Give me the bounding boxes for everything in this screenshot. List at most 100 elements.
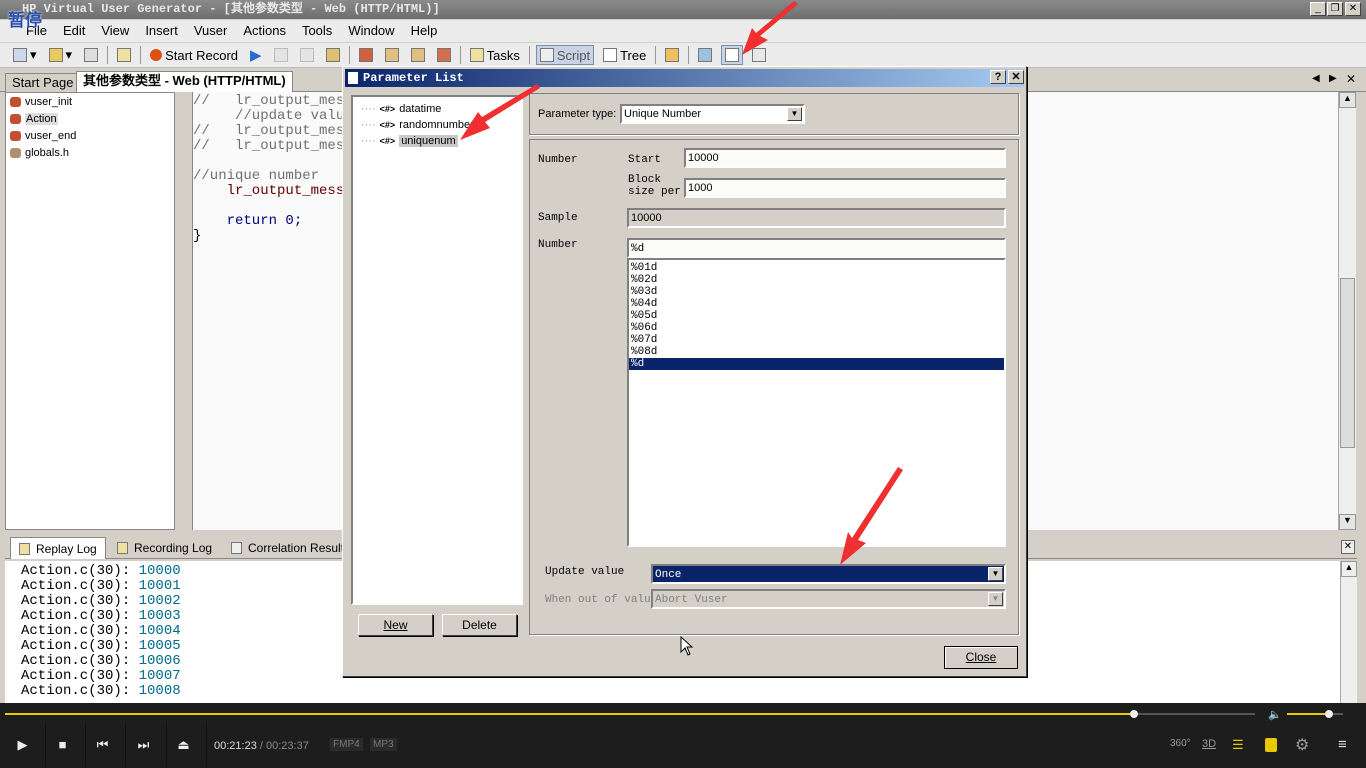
menu-vuser[interactable]: Vuser [186, 20, 235, 42]
log-icon [117, 542, 128, 554]
tasks-button[interactable]: Tasks [467, 45, 523, 65]
number-format-list[interactable]: %01d %02d %03d %04d %05d %06d %07d %08d %d [627, 258, 1006, 547]
format-option[interactable]: %05d [629, 310, 1004, 322]
log-source: Action.c(30): [21, 608, 139, 624]
format-option[interactable]: %02d [629, 274, 1004, 286]
tree-view-button[interactable]: Tree [600, 45, 649, 65]
tab-script[interactable]: 其他参数类型 - Web (HTTP/HTML) [76, 71, 293, 92]
tab-recording-log[interactable]: Recording Log [109, 537, 220, 559]
close-output-icon[interactable]: ✕ [1341, 540, 1355, 554]
log-source: Action.c(30): [21, 563, 139, 579]
tab-next-icon[interactable]: ▶ [1329, 73, 1337, 84]
log-icon [19, 542, 30, 555]
tab-prev-icon[interactable]: ◀ [1312, 73, 1320, 84]
start-input[interactable]: 10000 [684, 148, 1006, 168]
tree-item-vuser-init[interactable]: vuser_init [6, 93, 174, 110]
format-option[interactable]: %03d [629, 286, 1004, 298]
log-value: 10008 [138, 683, 181, 699]
tab-correlation-results[interactable]: Correlation Results [223, 537, 358, 559]
splitter[interactable] [176, 92, 192, 530]
tree-item-globals[interactable]: globals.h [6, 144, 174, 161]
3d-button[interactable]: 3D [1202, 738, 1216, 750]
menu-actions[interactable]: Actions [235, 20, 294, 42]
vr360-button[interactable]: 360° [1170, 738, 1191, 749]
close-window-button[interactable]: ✕ [1345, 2, 1361, 16]
tree-item-action[interactable]: Action [6, 110, 174, 127]
menu-view[interactable]: View [93, 20, 137, 42]
menu-insert[interactable]: Insert [137, 20, 186, 42]
minimize-button[interactable]: _ [1310, 2, 1326, 16]
pause-button[interactable] [297, 45, 317, 65]
log-line: Action.c(30): 10008 [21, 684, 1340, 699]
runtime-settings-button[interactable] [695, 45, 715, 65]
output-window-button[interactable] [662, 45, 682, 65]
start-record-button[interactable]: Start Record [147, 45, 241, 65]
format-option[interactable]: %d [629, 358, 1004, 370]
seek-bar[interactable] [5, 710, 1255, 718]
snapshot-button[interactable] [749, 45, 769, 65]
save-icon [84, 48, 99, 62]
menu-help[interactable]: Help [403, 20, 446, 42]
restore-button[interactable]: ❐ [1327, 2, 1343, 16]
format-option[interactable]: %04d [629, 298, 1004, 310]
action-icon [10, 130, 21, 141]
subtitle-icon[interactable] [1265, 738, 1277, 752]
gear-icon[interactable]: ⚙ [1295, 735, 1309, 755]
close-dialog-button[interactable]: ✕ [1008, 70, 1024, 84]
breakpoint-button[interactable] [356, 45, 376, 65]
menu-tools[interactable]: Tools [294, 20, 340, 42]
tree-item-vuser-end[interactable]: vuser_end [6, 127, 174, 144]
format-option[interactable]: %06d [629, 322, 1004, 334]
parameter-item[interactable]: ···· <#> uniquenum [353, 133, 521, 149]
transaction-button[interactable] [382, 45, 402, 65]
menu-edit[interactable]: Edit [55, 20, 93, 42]
number-format-input[interactable]: %d [627, 238, 1006, 258]
menu-window[interactable]: Window [340, 20, 402, 42]
settings-icon [698, 48, 713, 62]
close-button[interactable]: Close [944, 646, 1018, 669]
previous-button[interactable]: ⏮ [80, 722, 126, 767]
format-fmp4-button[interactable]: FMP4 [330, 738, 363, 751]
format-mp3-button[interactable]: MP3 [370, 738, 397, 751]
format-option[interactable]: %01d [629, 262, 1004, 274]
help-button[interactable]: ? [990, 70, 1006, 84]
block-size-input[interactable]: 1000 [684, 178, 1006, 198]
close-tab-icon[interactable]: ✕ [1346, 72, 1356, 86]
volume-slider[interactable] [1287, 710, 1343, 718]
eject-button[interactable]: ⏏ [161, 722, 207, 767]
action-icon [10, 113, 21, 124]
tab-replay-log[interactable]: Replay Log [10, 537, 106, 559]
log-source: Action.c(30): [21, 683, 139, 699]
format-option[interactable]: %07d [629, 334, 1004, 346]
parameter-list-button[interactable] [721, 45, 744, 65]
save-button[interactable] [81, 45, 101, 65]
editor-scrollbar[interactable]: ▲ ▼ [1338, 92, 1356, 530]
run-button[interactable]: ▶ [247, 45, 265, 65]
volume-icon[interactable]: 🔈 [1268, 708, 1282, 721]
new-script-button[interactable]: ▾ [10, 45, 40, 65]
new-parameter-button[interactable]: New [358, 614, 433, 636]
script-view-button[interactable]: Script [535, 45, 595, 65]
parameter-type-select[interactable]: Unique Number ▼ [620, 104, 805, 124]
search-list-icon[interactable]: ☰ [1232, 737, 1244, 753]
step-button[interactable] [323, 45, 343, 65]
parameter-item[interactable]: ···· <#> randomnumber [353, 117, 521, 133]
scroll-thumb[interactable] [1340, 278, 1355, 448]
parameter-item[interactable]: ···· <#> datatime [353, 101, 521, 117]
menu-icon[interactable]: ≡ [1338, 736, 1347, 753]
update-value-select[interactable]: Once ▼ [651, 564, 1006, 584]
format-option[interactable]: %08d [629, 346, 1004, 358]
tab-start-page[interactable]: Start Page [5, 73, 81, 92]
end-transaction-button[interactable] [408, 45, 428, 65]
open-button[interactable]: ▾ [46, 45, 76, 65]
stop-button[interactable] [271, 45, 291, 65]
find-button[interactable] [114, 45, 134, 65]
log-value: 10007 [138, 668, 181, 684]
tasks-label: Tasks [486, 47, 520, 63]
seek-handle[interactable] [1129, 710, 1138, 718]
rendezvous-button[interactable] [434, 45, 454, 65]
delete-parameter-button[interactable]: Delete [442, 614, 517, 636]
log-scrollbar[interactable]: ▲ [1340, 561, 1357, 703]
log-value: 10004 [138, 623, 181, 639]
parameter-icon: <#> [379, 104, 396, 114]
